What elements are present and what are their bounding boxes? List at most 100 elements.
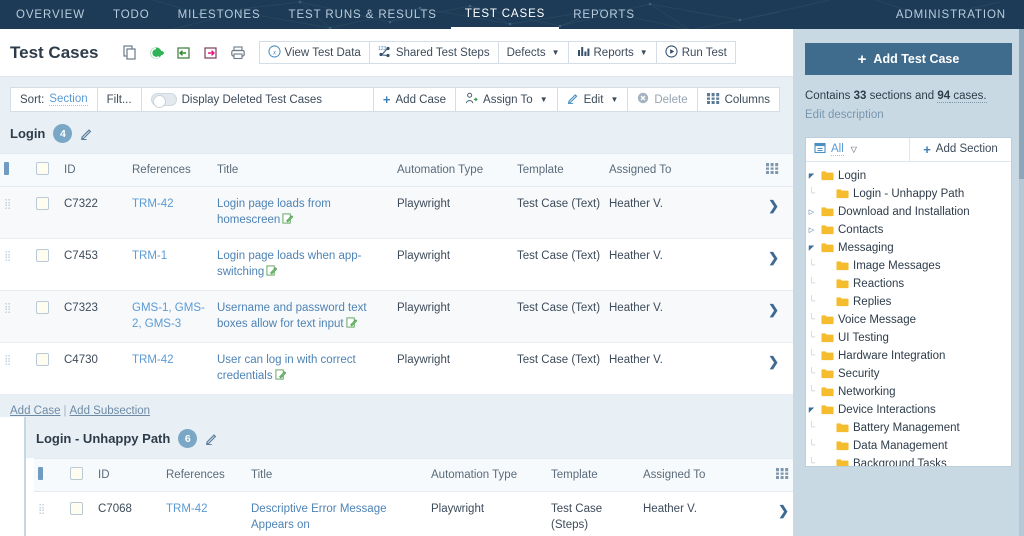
select-all-checkbox[interactable] — [36, 162, 49, 175]
chevron-right-icon[interactable]: ❯ — [768, 302, 779, 317]
tree-collapsed-arrow-icon[interactable]: ▷ — [806, 208, 817, 216]
display-deleted-toggle-cell[interactable]: Display Deleted Test Cases — [141, 87, 374, 112]
row-select[interactable] — [32, 239, 60, 291]
th-assigned-to[interactable]: Assigned To — [639, 459, 761, 492]
scrollbar-thumb[interactable] — [1019, 29, 1024, 179]
row-select[interactable] — [32, 343, 60, 395]
table-row[interactable]: ⣿ C4730 TRM-42 User can log in with corr… — [0, 343, 793, 395]
tree-collapsed-arrow-icon[interactable]: ▷ — [806, 226, 817, 234]
row-checkbox[interactable] — [36, 249, 49, 262]
tree-node[interactable]: └Background Tasks — [806, 455, 1011, 467]
assign-to-button[interactable]: Assign To ▼ — [455, 87, 558, 112]
th-select-all[interactable] — [32, 154, 60, 187]
import-icon[interactable] — [175, 44, 193, 62]
th-automation-type[interactable]: Automation Type — [393, 154, 513, 187]
tree-node[interactable]: └Data Management — [806, 437, 1011, 455]
tree-filter-label[interactable]: All — [831, 143, 844, 156]
row-checkbox[interactable] — [36, 301, 49, 314]
cell-title[interactable]: Login page loads from homescreen — [213, 187, 393, 239]
reference-link[interactable]: TRM-42 — [132, 198, 174, 210]
export-icon[interactable] — [202, 44, 220, 62]
tree-node[interactable]: └Replies — [806, 293, 1011, 311]
inline-edit-icon[interactable] — [282, 213, 293, 224]
tree-node[interactable]: ◤Login — [806, 167, 1011, 185]
edit-button[interactable]: Edit ▼ — [557, 87, 629, 112]
cell-references[interactable]: TRM-42 — [162, 492, 247, 536]
row-drag-handle[interactable]: ⣿ — [0, 239, 32, 291]
add-user-icon[interactable] — [148, 44, 166, 62]
chevron-right-icon[interactable]: ❯ — [768, 250, 779, 265]
tree-node[interactable]: └UI Testing — [806, 329, 1011, 347]
cell-title[interactable]: User can log in with correct credentials — [213, 343, 393, 395]
row-checkbox[interactable] — [36, 353, 49, 366]
th-template[interactable]: Template — [547, 459, 639, 492]
cell-title[interactable]: Username and password text boxes allow f… — [213, 291, 393, 343]
row-expand[interactable]: ❯ — [761, 492, 793, 536]
tree-node[interactable]: └Battery Management — [806, 419, 1011, 437]
tree-node[interactable]: └Login - Unhappy Path — [806, 185, 1011, 203]
view-test-data-button[interactable]: x View Test Data — [259, 41, 370, 64]
row-expand[interactable]: ❯ — [751, 291, 793, 343]
tree-node[interactable]: └Voice Message — [806, 311, 1011, 329]
inline-edit-icon[interactable] — [346, 317, 357, 328]
add-section-button[interactable]: + Add Section — [910, 138, 1011, 161]
edit-description-link[interactable]: Edit description — [805, 109, 884, 121]
tree-node[interactable]: └Networking — [806, 383, 1011, 401]
tree-expanded-arrow-icon[interactable]: ◤ — [806, 172, 817, 180]
add-case-button[interactable]: + Add Case — [373, 87, 456, 112]
chevron-right-icon[interactable]: ❯ — [778, 503, 789, 518]
reference-link[interactable]: TRM-42 — [132, 354, 174, 366]
row-drag-handle[interactable]: ⣿ — [0, 187, 32, 239]
th-id[interactable]: ID — [94, 459, 162, 492]
table-row[interactable]: ⣿ C7068 TRM-42 Descriptive Error Message… — [34, 492, 793, 536]
nav-item-overview[interactable]: OVERVIEW — [0, 0, 99, 29]
delete-button[interactable]: Delete — [627, 87, 697, 112]
th-column-options[interactable] — [751, 154, 793, 187]
select-all-checkbox[interactable] — [70, 467, 83, 480]
tree-expanded-arrow-icon[interactable]: ◤ — [806, 406, 817, 414]
cell-references[interactable]: TRM-42 — [128, 343, 213, 395]
th-column-options[interactable] — [761, 459, 793, 492]
case-title-link[interactable]: Login page loads from homescreen — [217, 198, 331, 226]
add-case-link[interactable]: Add Case — [10, 405, 61, 417]
nav-item-test-cases[interactable]: TEST CASES — [451, 0, 559, 29]
row-checkbox[interactable] — [36, 197, 49, 210]
print-icon[interactable] — [229, 44, 247, 62]
edit-section-pencil-icon[interactable] — [80, 127, 93, 140]
drag-handle-icon[interactable]: ⣿ — [38, 504, 46, 515]
cell-references[interactable]: GMS-1, GMS-2, GMS-3 — [128, 291, 213, 343]
case-title-link[interactable]: Login page loads when app-switching — [217, 250, 362, 278]
run-test-button[interactable]: Run Test — [656, 41, 736, 64]
row-expand[interactable]: ❯ — [751, 187, 793, 239]
row-drag-handle[interactable]: ⣿ — [0, 291, 32, 343]
columns-grid-icon[interactable] — [766, 163, 779, 174]
inline-edit-icon[interactable] — [275, 369, 286, 380]
th-references[interactable]: References — [128, 154, 213, 187]
drag-handle-icon[interactable]: ⣿ — [4, 251, 12, 262]
chevron-right-icon[interactable]: ❯ — [768, 354, 779, 369]
nav-item-reports[interactable]: REPORTS — [559, 0, 649, 29]
filter-control[interactable]: Filt... — [97, 87, 142, 112]
copy-icon[interactable] — [121, 44, 139, 62]
tree-node[interactable]: └Hardware Integration — [806, 347, 1011, 365]
tree-filter-all[interactable]: All ▽ — [806, 138, 910, 161]
tree-node[interactable]: ◤Device Interactions — [806, 401, 1011, 419]
row-drag-handle[interactable]: ⣿ — [34, 492, 66, 536]
row-drag-handle[interactable]: ⣿ — [0, 343, 32, 395]
sort-value[interactable]: Section — [49, 93, 87, 106]
shared-test-steps-button[interactable]: 123 Shared Test Steps — [369, 41, 499, 64]
columns-grid-icon[interactable] — [776, 468, 789, 479]
defects-button[interactable]: Defects ▼ — [498, 41, 569, 64]
reports-button[interactable]: Reports ▼ — [568, 41, 657, 64]
sort-control[interactable]: Sort: Section — [10, 87, 98, 112]
drag-handle-icon[interactable]: ⣿ — [4, 355, 12, 366]
row-expand[interactable]: ❯ — [751, 343, 793, 395]
th-title[interactable]: Title — [213, 154, 393, 187]
cell-references[interactable]: TRM-1 — [128, 239, 213, 291]
nav-item-administration[interactable]: ADMINISTRATION — [896, 9, 1024, 21]
drag-handle-icon[interactable]: ⣿ — [4, 199, 12, 210]
row-expand[interactable]: ❯ — [751, 239, 793, 291]
th-references[interactable]: References — [162, 459, 247, 492]
th-select-all[interactable] — [66, 459, 94, 492]
table-row[interactable]: ⣿ C7323 GMS-1, GMS-2, GMS-3 Username and… — [0, 291, 793, 343]
